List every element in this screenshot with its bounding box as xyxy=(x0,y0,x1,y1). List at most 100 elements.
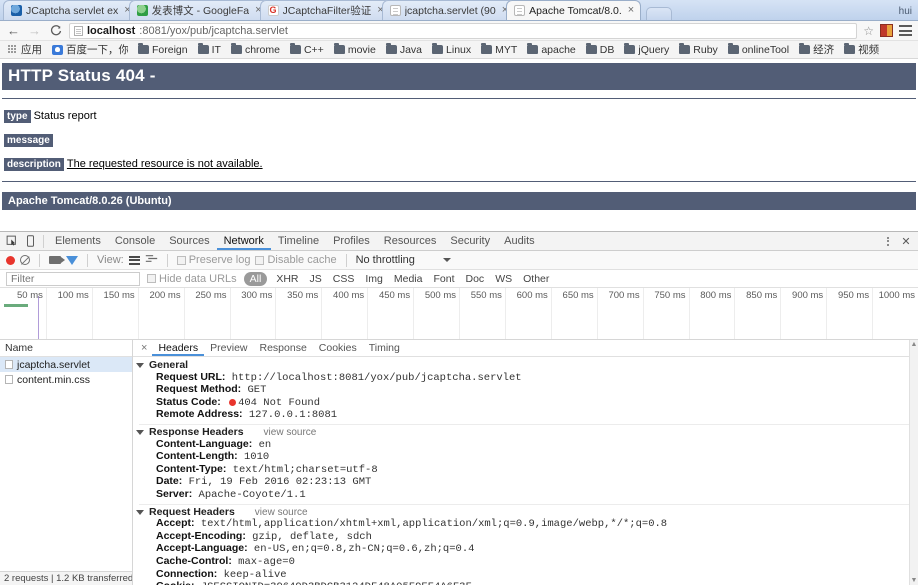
filter-type-ws[interactable]: WS xyxy=(493,273,514,285)
view-waterfall-icon[interactable] xyxy=(145,254,158,266)
devtools-tab-timeline[interactable]: Timeline xyxy=(271,232,326,250)
bookmark-folder-jquery[interactable]: jQuery xyxy=(620,43,673,57)
page-info-icon[interactable] xyxy=(74,25,83,36)
bookmark-folder-apache[interactable]: apache xyxy=(523,43,579,57)
bookmark-folder-java[interactable]: Java xyxy=(382,43,426,57)
network-activity-bar xyxy=(4,304,28,307)
tab-close-icon[interactable]: × xyxy=(628,5,634,16)
bookmark-label: MYT xyxy=(495,43,518,56)
devtools-tab-elements[interactable]: Elements xyxy=(48,232,108,250)
request-rows: jcaptcha.servlet content.min.css xyxy=(0,357,132,585)
new-tab-button[interactable] xyxy=(646,7,673,20)
request-headers-title[interactable]: Request Headers view source xyxy=(136,506,918,519)
filter-icon[interactable] xyxy=(66,255,78,265)
filter-type-css[interactable]: CSS xyxy=(331,273,357,285)
request-row-content-min-css[interactable]: content.min.css xyxy=(0,372,132,387)
header-row-cache-control: Cache-Control: max-age=0 xyxy=(136,555,918,569)
throttling-select[interactable]: No throttling xyxy=(356,254,451,266)
bookmark-folder-db[interactable]: DB xyxy=(582,43,619,57)
bookmark-folder-myt[interactable]: MYT xyxy=(477,43,521,57)
filter-type-xhr[interactable]: XHR xyxy=(274,273,300,285)
browser-tab-3[interactable]: jcaptcha.servlet (90 × xyxy=(381,0,516,20)
response-headers-title[interactable]: Response Headers view source xyxy=(136,426,918,439)
timeline-marker-line xyxy=(38,296,39,339)
browser-tab-4-active[interactable]: Apache Tomcat/8.0. × xyxy=(506,0,642,20)
bookmark-folder-video[interactable]: 视频 xyxy=(840,41,883,58)
bookmark-folder-chrome[interactable]: chrome xyxy=(227,43,284,57)
bookmark-apps[interactable]: 应用 xyxy=(4,41,46,58)
browser-tab-0[interactable]: JCaptcha servlet ex × xyxy=(3,0,138,20)
bookmark-baidu[interactable]: 百度一下，你就知 xyxy=(48,41,132,58)
capture-screenshots-icon[interactable] xyxy=(49,256,65,264)
clear-icon[interactable] xyxy=(20,255,30,265)
detail-tab-timing[interactable]: Timing xyxy=(363,340,406,356)
detail-tab-response[interactable]: Response xyxy=(254,340,313,356)
devtools-more-menu-icon[interactable] xyxy=(879,233,897,250)
back-icon[interactable]: ← xyxy=(6,23,21,38)
filter-type-img[interactable]: Img xyxy=(363,273,385,285)
address-bar[interactable]: localhost:8081/yox/pub/jcaptcha.servlet xyxy=(69,22,858,39)
filter-type-media[interactable]: Media xyxy=(392,273,425,285)
header-row-date: Date: Fri, 19 Feb 2016 02:23:13 GMT xyxy=(136,476,918,489)
inspect-element-icon[interactable] xyxy=(3,233,21,250)
general-section-title[interactable]: General xyxy=(136,359,918,372)
section-divider xyxy=(139,423,918,425)
devtools-tab-sources[interactable]: Sources xyxy=(162,232,216,250)
chrome-menu-icon[interactable] xyxy=(899,25,912,36)
bookmark-folder-economy[interactable]: 经济 xyxy=(795,41,838,58)
devtools-tab-console[interactable]: Console xyxy=(108,232,162,250)
bookmark-folder-ruby[interactable]: Ruby xyxy=(675,43,722,57)
browser-tab-1[interactable]: 发表博文 - GoogleFa × xyxy=(128,0,269,20)
header-value: Fri, 19 Feb 2016 02:23:13 GMT xyxy=(188,476,372,489)
devtools-tab-network[interactable]: Network xyxy=(216,232,271,250)
view-source-link[interactable]: view source xyxy=(255,507,308,519)
scroll-down-arrow-icon[interactable]: ▼ xyxy=(910,576,918,585)
folder-icon xyxy=(432,43,444,54)
reload-icon[interactable] xyxy=(48,23,63,38)
filter-type-js[interactable]: JS xyxy=(308,273,324,285)
detail-close-icon[interactable]: × xyxy=(136,342,152,354)
device-toolbar-icon[interactable] xyxy=(21,233,39,250)
network-timeline-ruler[interactable]: 50 ms 100 ms 150 ms 200 ms 250 ms 300 ms 350 m… xyxy=(0,288,918,340)
filter-input[interactable] xyxy=(6,271,140,286)
bookmark-star-icon[interactable]: ☆ xyxy=(863,24,874,38)
bookmark-label: 百度一下，你就知 xyxy=(66,44,128,56)
folder-icon xyxy=(727,43,739,54)
hide-data-urls-checkbox[interactable]: Hide data URLs xyxy=(147,273,237,285)
bookmark-folder-cpp[interactable]: C++ xyxy=(286,43,328,57)
devtools-tab-resources[interactable]: Resources xyxy=(377,232,444,250)
filter-type-doc[interactable]: Doc xyxy=(464,273,487,285)
bookmark-folder-it[interactable]: IT xyxy=(194,43,225,57)
bookmark-folder-foreign[interactable]: Foreign xyxy=(134,43,192,57)
preserve-log-checkbox[interactable]: Preserve log xyxy=(176,254,250,266)
bookmark-folder-movie[interactable]: movie xyxy=(330,43,380,57)
browser-tab-2[interactable]: G JCaptchaFilter验证 × xyxy=(259,0,391,20)
devtools-tab-profiles[interactable]: Profiles xyxy=(326,232,377,250)
bookmark-folder-onlinetool[interactable]: onlineTool xyxy=(724,43,793,57)
disable-cache-checkbox[interactable]: Disable cache xyxy=(255,254,337,266)
devtools-tab-security[interactable]: Security xyxy=(443,232,497,250)
devtools-close-icon[interactable]: ✕ xyxy=(897,233,915,250)
header-name: Status Code: xyxy=(156,395,221,408)
view-list-icon[interactable] xyxy=(128,255,140,265)
detail-tab-cookies[interactable]: Cookies xyxy=(313,340,363,356)
scroll-up-arrow-icon[interactable]: ▲ xyxy=(910,340,918,349)
ruler-tick-label: 950 ms xyxy=(837,290,870,301)
detail-tab-preview[interactable]: Preview xyxy=(204,340,253,356)
profile-name[interactable]: hui xyxy=(899,6,918,20)
request-row-jcaptcha-servlet[interactable]: jcaptcha.servlet xyxy=(0,357,132,372)
filter-type-other[interactable]: Other xyxy=(521,273,551,285)
detail-tab-headers[interactable]: Headers xyxy=(152,340,205,356)
devtools-tab-audits[interactable]: Audits xyxy=(497,232,542,250)
filter-type-all[interactable]: All xyxy=(243,271,268,286)
view-source-link[interactable]: view source xyxy=(264,427,317,439)
status-error-dot-icon xyxy=(229,398,237,406)
record-button[interactable] xyxy=(6,255,15,265)
extension-icon[interactable] xyxy=(880,24,893,37)
detail-scrollbar[interactable]: ▲ ▼ xyxy=(909,340,918,585)
folder-icon xyxy=(289,43,301,54)
forward-icon[interactable]: → xyxy=(27,23,42,38)
filter-type-font[interactable]: Font xyxy=(431,273,456,285)
url-host: localhost xyxy=(87,24,136,37)
bookmark-folder-linux[interactable]: Linux xyxy=(428,43,475,57)
